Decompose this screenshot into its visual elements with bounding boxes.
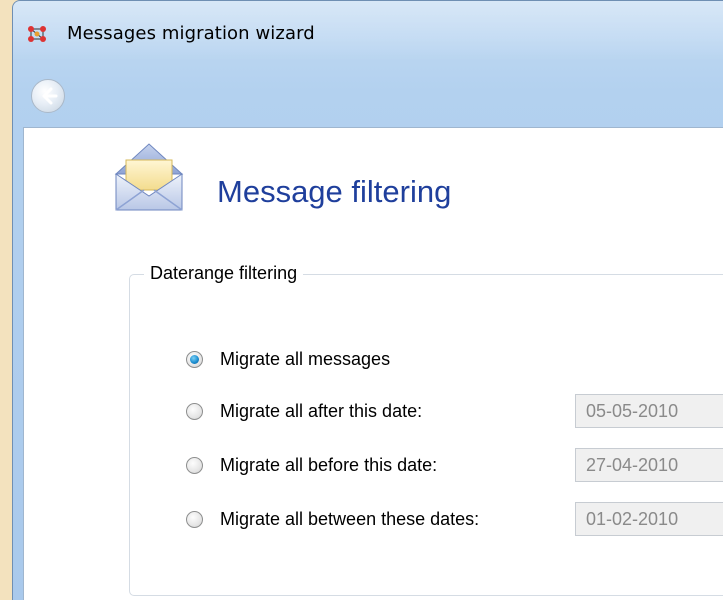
radio-label: Migrate all between these dates: [220, 508, 480, 529]
groupbox-legend: Daterange filtering [144, 263, 304, 284]
envelope-icon [114, 143, 184, 211]
radio-label: Migrate all messages [220, 348, 391, 369]
between-start-date-field[interactable]: 01-02-2010 [575, 502, 723, 536]
radio-migrate-all[interactable]: Migrate all messages [186, 347, 390, 371]
network-icon [28, 26, 46, 42]
radio-migrate-between[interactable]: Migrate all between these dates: [186, 507, 479, 531]
radio-button[interactable] [186, 456, 203, 474]
wizard-window: Messages migration wizard Message filter… [12, 0, 723, 600]
radio-button[interactable] [186, 402, 203, 420]
back-arrow-icon [42, 87, 58, 105]
back-button[interactable] [31, 79, 65, 113]
radio-label: Migrate all after this date: [220, 400, 423, 421]
before-date-field[interactable]: 27-04-2010 [575, 448, 723, 482]
radio-migrate-before[interactable]: Migrate all before this date: [186, 453, 437, 477]
wizard-page: Message filtering Daterange filtering Mi… [23, 127, 723, 600]
radio-migrate-after[interactable]: Migrate all after this date: [186, 399, 422, 423]
page-title: Message filtering [217, 174, 452, 209]
after-date-field[interactable]: 05-05-2010 [575, 394, 723, 428]
radio-button[interactable] [186, 350, 203, 368]
radio-label: Migrate all before this date: [220, 454, 438, 475]
title-bar: Messages migration wizard [13, 1, 723, 59]
window-title: Messages migration wizard [67, 23, 315, 44]
daterange-groupbox: Daterange filtering Migrate all messages… [129, 263, 723, 596]
radio-button[interactable] [186, 510, 203, 528]
